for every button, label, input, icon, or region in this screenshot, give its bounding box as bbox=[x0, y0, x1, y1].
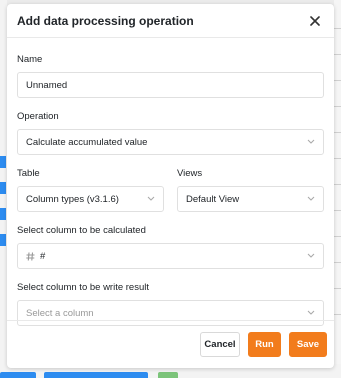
chevron-down-icon bbox=[307, 253, 315, 258]
calc-column-select[interactable]: # bbox=[17, 243, 324, 269]
table-select[interactable]: Column types (v3.1.6) bbox=[17, 186, 164, 212]
views-label: Views bbox=[177, 168, 203, 179]
run-button[interactable]: Run bbox=[248, 332, 281, 357]
background-grid-right bbox=[334, 0, 341, 378]
number-column-icon bbox=[26, 251, 35, 261]
views-select[interactable]: Default View bbox=[177, 186, 324, 212]
dialog-footer: Cancel Run Save bbox=[7, 320, 334, 368]
background-row-divider bbox=[334, 236, 341, 237]
operation-selected-value: Calculate accumulated value bbox=[26, 136, 148, 148]
dialog-title: Add data processing operation bbox=[17, 13, 194, 28]
close-button[interactable] bbox=[306, 12, 324, 30]
background-row-divider bbox=[334, 158, 341, 159]
background-row-divider bbox=[334, 132, 341, 133]
background-tag bbox=[0, 156, 6, 168]
name-label: Name bbox=[17, 54, 43, 65]
background-row-divider bbox=[334, 210, 341, 211]
views-group: Views Default View bbox=[177, 168, 324, 212]
background-row-divider bbox=[334, 80, 341, 81]
background-row-divider bbox=[334, 54, 341, 55]
cancel-button[interactable]: Cancel bbox=[200, 332, 240, 357]
dialog-body: Name Operation Calculate accumulated val… bbox=[7, 38, 334, 326]
background-row-divider bbox=[334, 28, 341, 29]
table-selected-value: Column types (v3.1.6) bbox=[26, 193, 119, 205]
operation-label: Operation bbox=[17, 111, 59, 122]
background-tag bbox=[0, 234, 6, 246]
save-button[interactable]: Save bbox=[289, 332, 327, 357]
chevron-down-icon bbox=[307, 310, 315, 315]
name-input[interactable] bbox=[26, 79, 315, 91]
calc-column-group: Select column to be calculated # bbox=[17, 225, 324, 269]
name-group: Name bbox=[17, 54, 324, 98]
background-tag bbox=[0, 208, 6, 220]
background-row-divider bbox=[334, 262, 341, 263]
result-column-label: Select column to be write result bbox=[17, 282, 150, 293]
dialog-header: Add data processing operation bbox=[7, 4, 334, 38]
add-operation-dialog: Add data processing operation Name Opera… bbox=[7, 4, 334, 368]
background-chip bbox=[158, 372, 178, 378]
operation-select[interactable]: Calculate accumulated value bbox=[17, 129, 324, 155]
table-views-row: Table Column types (v3.1.6) Views Defaul… bbox=[17, 168, 324, 212]
background-row-divider bbox=[334, 288, 341, 289]
chevron-down-icon bbox=[307, 139, 315, 144]
calc-column-label: Select column to be calculated bbox=[17, 225, 146, 236]
calc-column-selected-value: # bbox=[40, 250, 46, 262]
operation-group: Operation Calculate accumulated value bbox=[17, 111, 324, 155]
background-row-divider bbox=[334, 106, 341, 107]
chevron-down-icon bbox=[307, 196, 315, 201]
table-group: Table Column types (v3.1.6) bbox=[17, 168, 164, 212]
close-icon bbox=[310, 15, 320, 26]
background-tag bbox=[0, 182, 6, 194]
background-chip bbox=[0, 372, 36, 378]
name-field-wrapper bbox=[17, 72, 324, 98]
chevron-down-icon bbox=[147, 196, 155, 201]
background-row-divider bbox=[334, 314, 341, 315]
result-column-placeholder: Select a column bbox=[26, 307, 94, 319]
views-selected-value: Default View bbox=[186, 193, 240, 205]
table-label: Table bbox=[17, 168, 40, 179]
background-row-divider bbox=[334, 184, 341, 185]
background-chip bbox=[44, 372, 148, 378]
